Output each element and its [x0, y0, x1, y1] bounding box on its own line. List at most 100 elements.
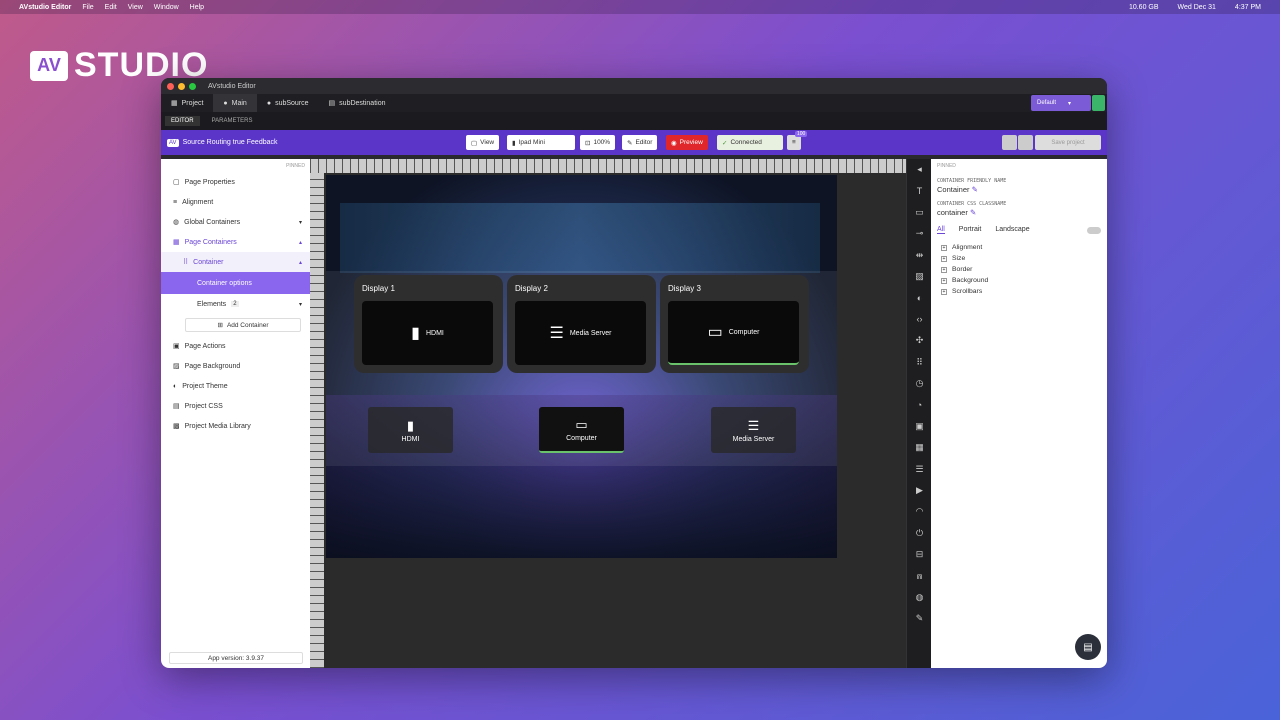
sidebar-item-alignment[interactable]: ≡ Alignment	[161, 192, 310, 212]
save-project-button[interactable]: Save project	[1035, 135, 1101, 150]
sidebar-item-elements[interactable]: Elements 2 ▾	[161, 294, 310, 314]
log-button[interactable]: ≡	[787, 135, 801, 150]
sidebar-item-global-containers[interactable]: ◍ Global Containers ▾	[161, 212, 310, 232]
source-button-hdmi[interactable]: ▮ HDMI	[368, 407, 453, 453]
section-border[interactable]: + Border	[931, 264, 1107, 275]
storage-readout[interactable]: 10.60 GB	[1129, 4, 1159, 11]
keypad-icon[interactable]: ⠿	[907, 352, 932, 373]
zoom-button[interactable]: ⊡ 100%	[580, 135, 616, 150]
section-size[interactable]: + Size	[931, 253, 1107, 264]
menu-view[interactable]: View	[128, 4, 143, 11]
sidebar-item-page-properties[interactable]: ▢ Page Properties	[161, 172, 310, 192]
tab-subsource[interactable]: ● subSource	[257, 94, 319, 112]
canvas-area[interactable]: Display 1 ▮ HDMI Display 2 ☰ Media Server …	[310, 159, 906, 668]
layout-icon[interactable]: ▦	[907, 437, 932, 458]
view-button[interactable]: ▢ View	[466, 135, 500, 150]
sidebar-item-project-theme[interactable]: ◐ Project Theme	[161, 376, 310, 396]
tab-editor[interactable]: EDITOR	[165, 116, 200, 126]
date[interactable]: Wed Dec 31	[1178, 4, 1216, 11]
range-icon[interactable]: ⇹	[907, 245, 932, 266]
menu-edit[interactable]: Edit	[105, 4, 117, 11]
tab-parameters[interactable]: PARAMETERS	[206, 116, 259, 126]
drag-handle-icon: ⠿	[183, 259, 189, 266]
menu-window[interactable]: Window	[154, 4, 179, 11]
pencil-icon[interactable]: ✎	[970, 208, 976, 217]
display-card-2[interactable]: Display 2 ☰ Media Server	[507, 275, 656, 373]
timer-icon[interactable]: ◔	[907, 394, 932, 415]
section-background[interactable]: + Background	[931, 275, 1107, 286]
section-scrollbars[interactable]: + Scrollbars	[931, 286, 1107, 297]
sidebar-item-container-options[interactable]: Container options	[161, 272, 310, 294]
text-icon[interactable]: T	[907, 180, 932, 201]
sidebar-item-label: Container	[193, 258, 224, 266]
app-name[interactable]: AVstudio Editor	[19, 4, 71, 11]
undo-button[interactable]	[1002, 135, 1017, 150]
tab-project[interactable]: ▦ Project	[161, 94, 213, 112]
minimize-window-button[interactable]	[178, 82, 185, 90]
add-container-button[interactable]: ⊞ Add Container	[185, 318, 301, 332]
connection-status[interactable]: ✓ Connected	[717, 135, 783, 150]
sidebar-item-page-background[interactable]: ▨ Page Background	[161, 356, 310, 376]
friendly-name-text: Container	[937, 185, 970, 194]
menu-file[interactable]: File	[82, 4, 93, 11]
list-icon[interactable]: ☰	[907, 458, 932, 479]
power-icon[interactable]: ⏻	[907, 523, 932, 544]
code-icon[interactable]: ‹›	[907, 309, 932, 330]
action-icon: ▣	[173, 343, 180, 350]
sidebar-item-project-css[interactable]: ▤ Project CSS	[161, 396, 310, 416]
display-source-button[interactable]: ☰ Media Server	[515, 301, 646, 365]
device-label: Ipad Mini	[518, 139, 545, 146]
section-alignment[interactable]: + Alignment	[931, 242, 1107, 253]
profile-select[interactable]: Default ▾	[1031, 95, 1091, 111]
css-classname-value[interactable]: container ✎	[931, 207, 1107, 218]
editor-mode-button[interactable]: ✎ Editor	[622, 135, 658, 150]
add-page-button[interactable]	[1092, 95, 1105, 111]
status-area: 10.60 GB Wed Dec 31 4:37 PM	[1129, 4, 1272, 11]
display-source-button[interactable]: ▭ Computer	[668, 301, 799, 365]
tab-all[interactable]: All	[937, 226, 945, 234]
app-version[interactable]: App version: 3.9.37	[169, 652, 303, 664]
redo-button[interactable]	[1018, 135, 1033, 150]
globe-icon[interactable]: ◍	[907, 587, 932, 608]
toggle-icon[interactable]: ◐	[907, 287, 932, 308]
sidebar-item-page-containers[interactable]: ▦ Page Containers ▴	[161, 232, 310, 252]
page-stage[interactable]: Display 1 ▮ HDMI Display 2 ☰ Media Server …	[326, 175, 837, 558]
eyedropper-icon[interactable]: ✎	[907, 608, 932, 629]
menu-help[interactable]: Help	[190, 4, 204, 11]
slider-icon[interactable]: ⊸	[907, 223, 932, 244]
sidebar-item-container[interactable]: ⠿ Container ▴	[161, 252, 310, 272]
knob-icon[interactable]: ◠	[907, 501, 932, 522]
sidebar-item-media-library[interactable]: ▩ Project Media Library	[161, 416, 310, 436]
chevron-down-icon: ▾	[298, 301, 302, 308]
device-select[interactable]: ▮ Ipad Mini	[507, 135, 575, 150]
clock-icon[interactable]: ◷	[907, 373, 932, 394]
chat-button[interactable]: ▤	[1075, 634, 1101, 660]
tab-subdestination[interactable]: ▤ subDestination	[319, 94, 396, 112]
image-icon[interactable]: ▨	[907, 266, 932, 287]
friendly-name-value[interactable]: Container ✎	[931, 184, 1107, 195]
button-icon[interactable]: ▭	[907, 202, 932, 223]
source-button-media-server[interactable]: ☰ Media Server	[711, 407, 796, 453]
display-card-1[interactable]: Display 1 ▮ HDMI	[354, 275, 503, 373]
embed-icon[interactable]: ⊟	[907, 544, 932, 565]
project-title: AV Source Routing true Feedback	[167, 138, 278, 147]
preview-button[interactable]: ◉ Preview	[666, 135, 708, 150]
curtain-icon[interactable]: ⩎	[907, 565, 932, 586]
project-title-text: Source Routing true Feedback	[182, 139, 278, 146]
video-icon[interactable]: ▶	[907, 480, 932, 501]
pencil-icon[interactable]: ✎	[972, 185, 978, 194]
tab-main[interactable]: ● Main	[213, 94, 257, 112]
collapse-icon[interactable]: ◂	[907, 159, 932, 180]
sidebar-item-page-actions[interactable]: ▣ Page Actions	[161, 336, 310, 356]
orientation-toggle[interactable]	[1087, 227, 1101, 234]
time[interactable]: 4:37 PM	[1235, 4, 1261, 11]
media-icon[interactable]: ▣	[907, 416, 932, 437]
maximize-window-button[interactable]	[189, 82, 196, 90]
display-card-3[interactable]: Display 3 ▭ Computer	[660, 275, 809, 373]
dpad-icon[interactable]: ✣	[907, 330, 932, 351]
display-source-button[interactable]: ▮ HDMI	[362, 301, 493, 365]
tab-portrait[interactable]: Portrait	[959, 226, 982, 234]
tab-landscape[interactable]: Landscape	[995, 226, 1029, 234]
close-window-button[interactable]	[167, 82, 174, 90]
source-button-computer[interactable]: ▭ Computer	[539, 407, 624, 453]
